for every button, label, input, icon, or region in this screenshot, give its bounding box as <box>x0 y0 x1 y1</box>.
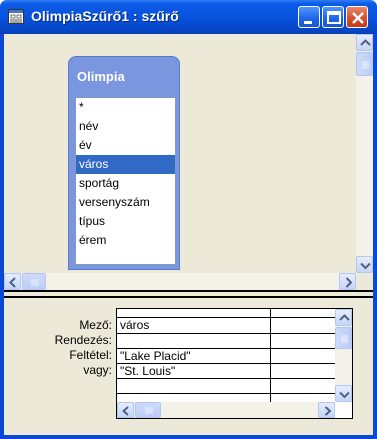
grid-cell-criteria-1[interactable]: "Lake Placid" <box>117 349 270 364</box>
grid-cell-field-2[interactable] <box>271 318 335 333</box>
table-box-olimpia[interactable]: Olimpia * név év város sportág versenysz… <box>68 56 180 270</box>
design-grid-pane: Mező: Rendezés: Feltétel: vagy: város "L… <box>4 298 373 435</box>
query-window: OlimpiaSzűrő1 : szűrő Olimpia * név év v… <box>0 0 377 439</box>
grid-scroll-left-button[interactable] <box>117 402 134 418</box>
scroll-thumb[interactable] <box>356 52 373 76</box>
table-pane-horizontal-scrollbar[interactable] <box>4 273 356 290</box>
scroll-left-icon <box>121 406 129 416</box>
field-item-erem[interactable]: érem <box>76 231 175 250</box>
table-pane-vertical-scrollbar[interactable] <box>356 34 373 273</box>
grip-icon <box>31 279 39 286</box>
field-item-tipus[interactable]: típus <box>76 212 175 231</box>
table-area[interactable]: Olimpia * név év város sportág versenysz… <box>4 34 356 273</box>
field-item-ev[interactable]: év <box>76 136 175 155</box>
scroll-left-button[interactable] <box>4 273 21 290</box>
field-list[interactable]: * név év város sportág versenyszám típus… <box>75 97 176 265</box>
scroll-right-button[interactable] <box>339 273 356 290</box>
grid-horizontal-scrollbar[interactable] <box>117 402 335 418</box>
scroll-up-button[interactable] <box>356 34 373 51</box>
scroll-down-button[interactable] <box>356 256 373 273</box>
window-client: Olimpia * név év város sportág versenysz… <box>4 34 373 435</box>
scroll-right-icon <box>324 406 332 416</box>
grid-scroll-thumb[interactable] <box>335 327 352 349</box>
title-bar[interactable]: OlimpiaSzűrő1 : szűrő <box>0 0 377 34</box>
table-box-title: Olimpia <box>77 69 125 84</box>
row-label-criteria: Feltétel: <box>69 348 112 362</box>
scroll-up-icon <box>339 314 350 321</box>
close-button[interactable] <box>346 6 368 28</box>
minimize-button[interactable] <box>298 6 320 28</box>
row-label-or: vagy: <box>83 363 112 377</box>
grid-line <box>117 393 352 394</box>
grid-cell-field-1[interactable]: város <box>117 318 270 333</box>
field-item-sportag[interactable]: sportág <box>76 174 175 193</box>
field-item-star[interactable]: * <box>76 98 175 117</box>
scroll-up-icon <box>360 39 371 46</box>
table-pane: Olimpia * név év város sportág versenysz… <box>4 34 373 290</box>
grip-icon <box>145 407 153 414</box>
grid-cell-sort-2[interactable] <box>271 334 335 349</box>
scroll-thumb[interactable] <box>22 273 46 290</box>
grid-cell-sort-1[interactable] <box>117 334 270 349</box>
grip-icon <box>341 335 348 343</box>
row-label-field: Mező: <box>79 318 112 332</box>
field-item-versenyszam[interactable]: versenyszám <box>76 193 175 212</box>
pane-splitter[interactable] <box>4 290 373 298</box>
close-icon <box>352 12 364 24</box>
maximize-icon <box>327 11 341 24</box>
field-item-varos[interactable]: város <box>76 155 175 174</box>
query-icon <box>8 9 24 24</box>
grid-cell-or-2[interactable] <box>271 364 335 379</box>
minimize-icon <box>304 21 312 24</box>
window-title: OlimpiaSzűrő1 : szűrő <box>31 8 179 24</box>
row-label-sort: Rendezés: <box>54 333 112 347</box>
grid-scroll-right-button[interactable] <box>318 402 335 418</box>
grid-scroll-thumb-h[interactable] <box>135 402 161 418</box>
grid-vertical-scrollbar[interactable] <box>335 309 352 402</box>
maximize-button[interactable] <box>322 6 344 28</box>
grid-scroll-down-button[interactable] <box>335 385 352 402</box>
grid-cell-criteria-2[interactable] <box>271 349 335 364</box>
design-grid[interactable]: város "Lake Placid" "St. Louis" <box>116 308 353 419</box>
grid-cell-or-1[interactable]: "St. Louis" <box>117 364 270 379</box>
scroll-down-icon <box>339 391 350 399</box>
grip-icon <box>362 61 369 69</box>
field-item-nev[interactable]: név <box>76 117 175 136</box>
scrollbar-corner <box>356 273 373 290</box>
scroll-left-icon <box>9 277 16 288</box>
scroll-right-icon <box>345 277 353 288</box>
scroll-down-icon <box>360 262 371 270</box>
grid-scroll-up-button[interactable] <box>335 309 352 326</box>
